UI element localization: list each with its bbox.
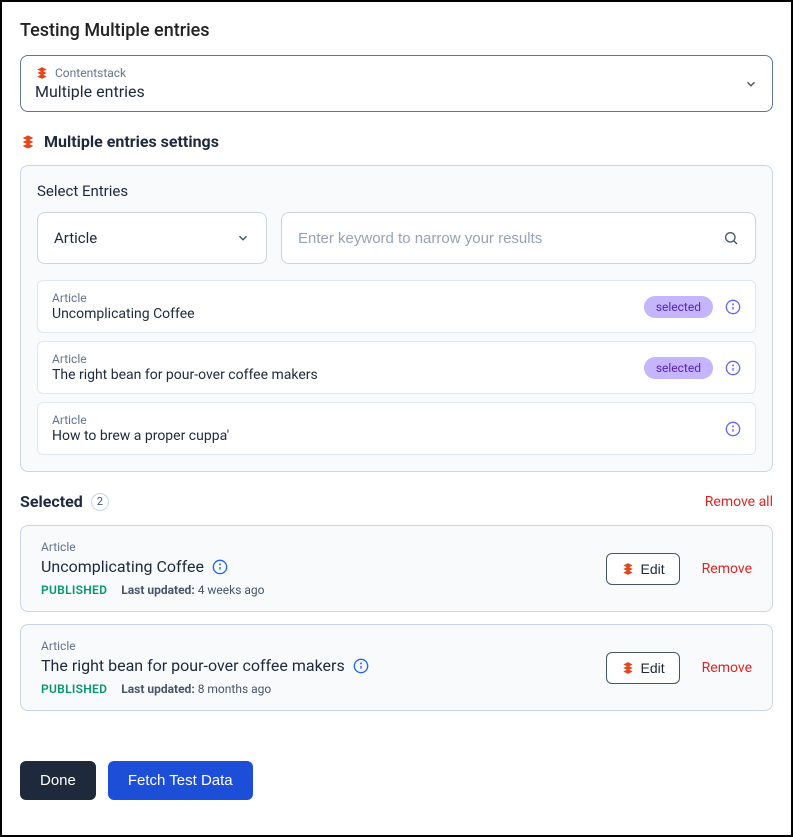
selected-card-title: The right bean for pour-over coffee make… (41, 656, 345, 675)
selected-title: Selected (20, 492, 83, 511)
edit-button-label: Edit (641, 660, 665, 676)
entry-item[interactable]: Article The right bean for pour-over cof… (37, 341, 756, 394)
selected-count-badge: 2 (91, 493, 109, 511)
entry-item[interactable]: Article How to brew a proper cuppa' (37, 402, 756, 455)
entry-title: Uncomplicating Coffee (52, 306, 195, 322)
select-entries-label: Select Entries (37, 182, 756, 200)
entry-type: Article (52, 291, 195, 305)
info-icon[interactable] (353, 658, 369, 674)
source-label: Contentstack (55, 66, 126, 80)
edit-button[interactable]: Edit (606, 652, 680, 684)
chevron-down-icon (236, 231, 250, 245)
status-badge: PUBLISHED (41, 583, 107, 597)
footer-buttons: Done Fetch Test Data (20, 761, 773, 800)
entry-title: How to brew a proper cuppa' (52, 428, 229, 444)
edit-button[interactable]: Edit (606, 553, 680, 585)
info-icon[interactable] (725, 360, 741, 376)
selected-card-type: Article (41, 639, 369, 653)
edit-button-label: Edit (641, 561, 665, 577)
selected-section-header: Selected 2 Remove all (20, 492, 773, 511)
entry-title: The right bean for pour-over coffee make… (52, 367, 318, 383)
fetch-test-data-button[interactable]: Fetch Test Data (108, 761, 253, 800)
info-icon[interactable] (725, 421, 741, 437)
selected-card-type: Article (41, 540, 265, 554)
chevron-down-icon (744, 77, 758, 91)
selected-card: Article The right bean for pour-over cof… (20, 624, 773, 711)
last-updated: Last updated: 4 weeks ago (121, 583, 264, 597)
entry-type: Article (52, 413, 229, 427)
contentstack-logo-icon (621, 562, 635, 576)
contentstack-logo-icon (35, 66, 49, 80)
search-input[interactable] (298, 230, 723, 247)
entry-list: Article Uncomplicating Coffee selected A… (37, 280, 756, 455)
status-badge: PUBLISHED (41, 682, 107, 696)
search-icon[interactable] (723, 230, 739, 246)
remove-link[interactable]: Remove (702, 561, 752, 577)
info-icon[interactable] (725, 299, 741, 315)
entry-item[interactable]: Article Uncomplicating Coffee selected (37, 280, 756, 333)
source-value: Multiple entries (35, 82, 145, 101)
selected-card: Article Uncomplicating Coffee PUBLISHED … (20, 525, 773, 612)
selected-badge: selected (644, 357, 713, 379)
last-updated: Last updated: 8 months ago (121, 682, 271, 696)
remove-link[interactable]: Remove (702, 660, 752, 676)
source-dropdown[interactable]: Contentstack Multiple entries (20, 55, 773, 112)
selected-list: Article Uncomplicating Coffee PUBLISHED … (20, 525, 773, 711)
contentstack-logo-icon (20, 134, 36, 150)
done-button[interactable]: Done (20, 761, 96, 800)
selected-badge: selected (644, 296, 713, 318)
content-type-dropdown[interactable]: Article (37, 212, 267, 264)
settings-header: Multiple entries settings (20, 132, 773, 151)
remove-all-link[interactable]: Remove all (705, 494, 773, 510)
select-entries-panel: Select Entries Article Article Uncomplic… (20, 165, 773, 472)
contentstack-logo-icon (621, 661, 635, 675)
entry-type: Article (52, 352, 318, 366)
info-icon[interactable] (212, 559, 228, 575)
search-field-wrapper (281, 212, 756, 264)
page-title: Testing Multiple entries (20, 20, 773, 41)
content-type-value: Article (54, 229, 97, 247)
selected-card-title: Uncomplicating Coffee (41, 557, 204, 576)
settings-title: Multiple entries settings (44, 132, 219, 151)
